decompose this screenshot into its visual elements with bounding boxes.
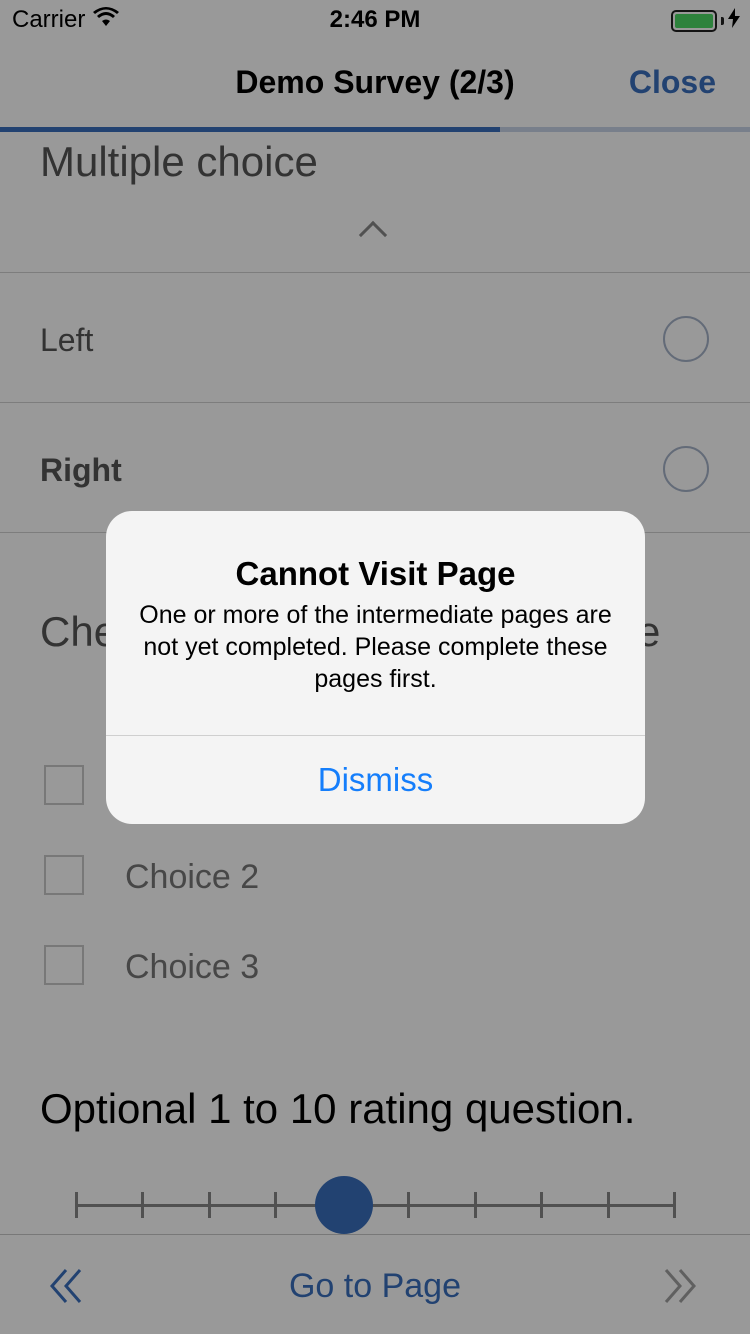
alert-title: Cannot Visit Page: [235, 555, 516, 592]
dismiss-button[interactable]: Dismiss: [106, 736, 645, 824]
alert-message: One or more of the intermediate pages ar…: [139, 601, 612, 693]
alert-dialog: Cannot Visit Page One or more of the int…: [106, 511, 645, 824]
